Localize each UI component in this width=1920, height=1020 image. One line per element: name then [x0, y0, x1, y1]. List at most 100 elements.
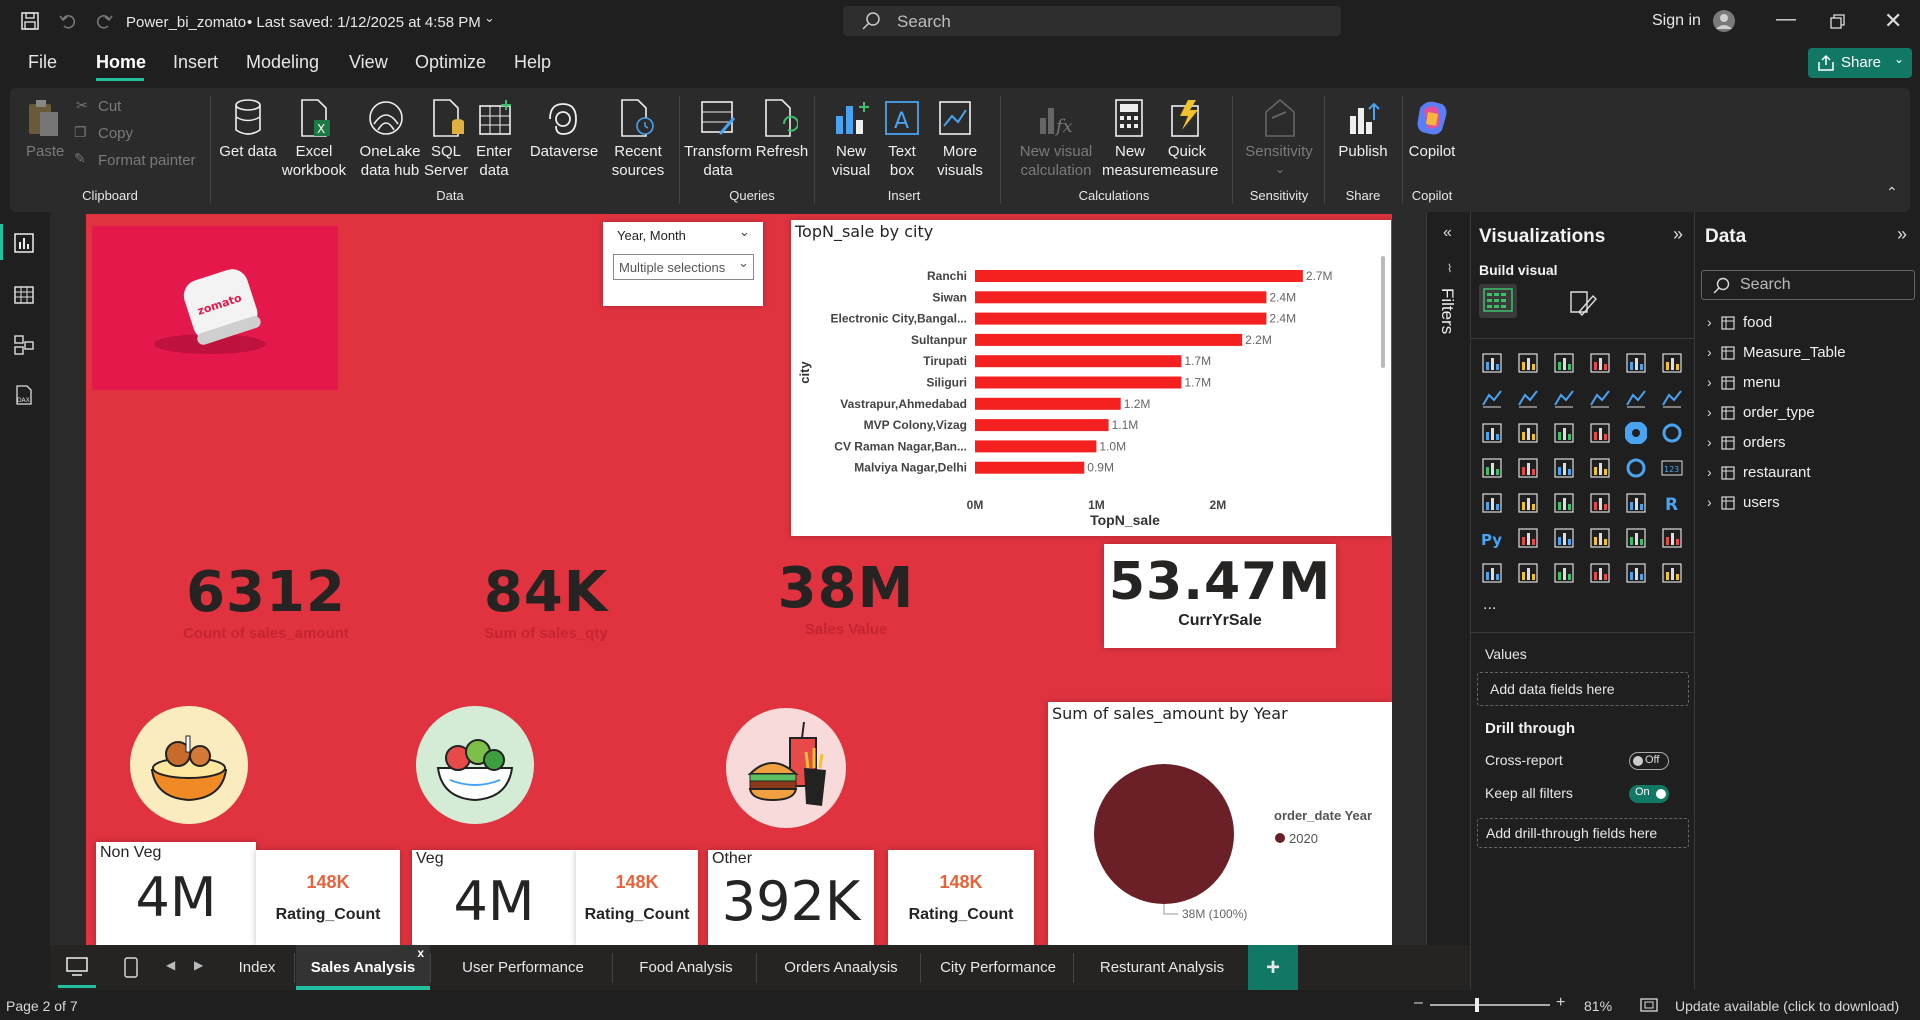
fit-to-page-icon[interactable]	[1640, 998, 1658, 1012]
filters-pane-collapsed[interactable]: « ⌇ Filters	[1426, 212, 1470, 945]
share-button[interactable]: Share ⌄	[1808, 48, 1912, 78]
refresh-button[interactable]: Refresh	[752, 142, 812, 161]
drill-through-drop-zone[interactable]: Add drill-through fields here	[1477, 818, 1689, 848]
chevron-right-icon[interactable]: ›	[1707, 344, 1712, 360]
menu-help[interactable]: Help	[514, 52, 551, 73]
sales-amount-by-year-chart[interactable]: Sum of sales_amount by Year 38M (100%) o…	[1048, 702, 1392, 946]
search-box[interactable]: Search	[843, 6, 1341, 36]
dataverse-button[interactable]: Dataverse	[522, 142, 606, 161]
text-box-button[interactable]: Text box	[882, 142, 922, 180]
line-column-icon[interactable]	[1625, 387, 1647, 409]
paste-button[interactable]: Paste	[26, 142, 64, 161]
expand-filters-icon[interactable]: «	[1443, 224, 1452, 242]
menu-insert[interactable]: Insert	[173, 52, 218, 73]
bar-4[interactable]	[975, 355, 1182, 368]
pie-icon[interactable]	[1625, 422, 1647, 444]
table-item-users[interactable]: › users	[1707, 492, 1907, 516]
dax-query-view-icon[interactable]: DAX	[13, 384, 35, 406]
page-tab-2[interactable]: User Performance	[434, 945, 612, 990]
smart-narrative-icon[interactable]	[1625, 527, 1647, 549]
build-visual-tab[interactable]	[1479, 284, 1517, 318]
diamond-icon[interactable]	[1625, 562, 1647, 584]
zoom-slider[interactable]	[1430, 1004, 1550, 1006]
data-search-input[interactable]: Search	[1701, 270, 1915, 300]
scatter-icon[interactable]	[1589, 422, 1611, 444]
page-tab-0[interactable]: Index	[220, 945, 294, 990]
multi-row-card-icon[interactable]	[1481, 492, 1503, 514]
paginated-report-icon[interactable]	[1481, 562, 1503, 584]
zoom-out-icon[interactable]: –	[1414, 994, 1423, 1012]
collapse-pane-icon[interactable]: »	[1673, 224, 1683, 245]
undo-icon[interactable]	[58, 11, 78, 31]
zoom-slider-thumb[interactable]	[1475, 998, 1479, 1012]
collapse-pane-icon[interactable]: »	[1897, 224, 1907, 245]
clustered-column-icon[interactable]	[1589, 352, 1611, 374]
stacked-bar-icon[interactable]	[1481, 352, 1503, 374]
update-available-link[interactable]: Update available (click to download)	[1675, 998, 1899, 1014]
table-item-order-type[interactable]: › order_type	[1707, 402, 1907, 426]
report-view-icon[interactable]	[13, 232, 35, 254]
ribbon-icon[interactable]	[1481, 422, 1503, 444]
power-apps-icon[interactable]	[1517, 562, 1539, 584]
filters-label[interactable]: Filters	[1437, 288, 1457, 334]
format-visual-icon[interactable]	[1567, 288, 1597, 316]
copilot-button[interactable]: Copilot	[1402, 142, 1462, 161]
bar-3[interactable]	[975, 333, 1243, 346]
chevron-right-icon[interactable]: ›	[1707, 464, 1712, 480]
more-visuals-button[interactable]: More visuals	[928, 142, 992, 180]
new-measure-button[interactable]: New measure	[1102, 142, 1160, 180]
new-visual-calculation-button[interactable]: New visual calculation	[1010, 142, 1102, 180]
chevron-down-icon[interactable]: ⌄	[484, 10, 495, 26]
decomposition-tree-icon[interactable]	[1553, 527, 1575, 549]
mobile-layout-icon[interactable]	[124, 957, 138, 979]
quick-measure-button[interactable]: Quick measure	[1160, 142, 1218, 180]
year-month-slicer[interactable]: Year, Month ⌄ Multiple selections ⌄	[603, 222, 763, 306]
redo-icon[interactable]	[94, 11, 114, 31]
table-item-menu[interactable]: › menu	[1707, 372, 1907, 396]
avatar-icon[interactable]	[1712, 9, 1736, 33]
chevron-icon[interactable]	[1661, 562, 1683, 584]
page-tab-1[interactable]: Sales Analysis x	[296, 945, 430, 990]
values-drop-zone[interactable]: Add data fields here	[1477, 672, 1689, 706]
close-icon[interactable]: ✕	[1884, 8, 1902, 34]
bar-1[interactable]	[975, 291, 1267, 304]
table-view-icon[interactable]	[13, 284, 35, 306]
100-column-icon[interactable]	[1661, 352, 1683, 374]
funnel-icon[interactable]	[1553, 422, 1575, 444]
close-tab-icon[interactable]: x	[417, 931, 424, 976]
prev-page-icon[interactable]: ◀	[166, 958, 175, 972]
add-page-button[interactable]: +	[1248, 945, 1298, 990]
bar-0[interactable]	[975, 270, 1303, 282]
matrix-icon[interactable]	[1625, 492, 1647, 514]
bar-2[interactable]	[975, 312, 1267, 325]
chevron-right-icon[interactable]: ›	[1707, 494, 1712, 510]
bar-6[interactable]	[975, 397, 1121, 410]
publish-button[interactable]: Publish	[1332, 142, 1394, 161]
table-item-food[interactable]: › food	[1707, 312, 1907, 336]
page-tab-4[interactable]: Orders Anaalysis	[762, 945, 920, 990]
menu-view[interactable]: View	[349, 52, 388, 73]
restore-icon[interactable]	[1830, 14, 1846, 30]
100-bar-icon[interactable]	[1625, 352, 1647, 374]
desktop-layout-icon[interactable]	[66, 957, 88, 977]
table-icon[interactable]	[1589, 492, 1611, 514]
100-area-icon[interactable]	[1589, 387, 1611, 409]
minimize-icon[interactable]: —	[1776, 8, 1796, 31]
onelake-button[interactable]: OneLake data hub	[354, 142, 426, 180]
more-visuals-icon[interactable]: ...	[1483, 596, 1496, 614]
zoom-in-icon[interactable]: +	[1556, 994, 1565, 1012]
model-view-icon[interactable]	[13, 334, 35, 356]
chevron-right-icon[interactable]: ›	[1707, 434, 1712, 450]
get-data-button[interactable]: Get data	[218, 142, 278, 161]
menu-optimize[interactable]: Optimize	[415, 52, 486, 73]
chevron-right-icon[interactable]: ›	[1707, 404, 1712, 420]
pie-slice-2020[interactable]	[1094, 764, 1234, 904]
table-item-restaurant[interactable]: › restaurant	[1707, 462, 1907, 486]
collapse-ribbon-icon[interactable]: ⌃	[1886, 184, 1898, 201]
transform-data-button[interactable]: Transform data	[680, 142, 756, 180]
cross-report-toggle[interactable]: Off	[1629, 752, 1669, 770]
next-page-icon[interactable]: ▶	[194, 958, 203, 972]
format-painter-button[interactable]: Format painter	[98, 152, 196, 169]
page-tab-6[interactable]: Resturant Analysis	[1076, 945, 1248, 990]
page-tab-5[interactable]: City Performance	[923, 945, 1073, 990]
